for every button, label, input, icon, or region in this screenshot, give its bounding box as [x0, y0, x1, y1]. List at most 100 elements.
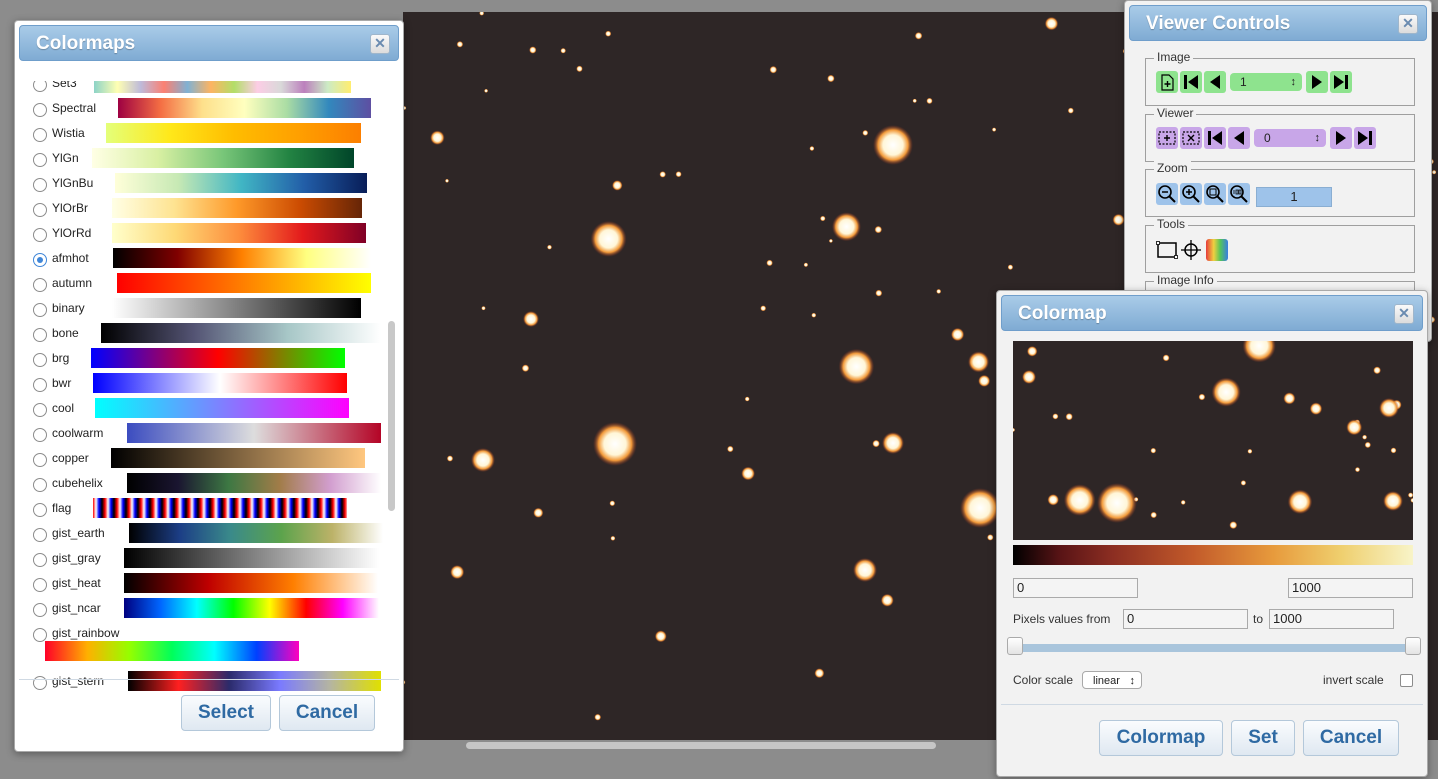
- radio-button[interactable]: [33, 378, 47, 392]
- colormap-option-gist_gray[interactable]: gist_gray: [31, 548, 383, 573]
- pixels-from-input[interactable]: 0: [1123, 609, 1248, 629]
- zoom-out-icon[interactable]: [1156, 183, 1178, 205]
- remove-viewer-icon[interactable]: [1180, 127, 1202, 149]
- star: [832, 212, 861, 242]
- colormap-option-set3[interactable]: Set3: [31, 81, 383, 98]
- radio-button[interactable]: [33, 353, 47, 367]
- cancel-button[interactable]: Cancel: [1303, 720, 1399, 756]
- colormap-option-gist_ncar[interactable]: gist_ncar: [31, 598, 383, 623]
- first-frame-icon[interactable]: [1180, 71, 1202, 93]
- radio-button[interactable]: [33, 528, 47, 542]
- colormap-tool-icon[interactable]: [1206, 239, 1228, 261]
- add-image-icon[interactable]: [1156, 71, 1178, 93]
- radio-button[interactable]: [33, 81, 47, 92]
- range-min-handle[interactable]: [1007, 637, 1023, 655]
- star: [1112, 213, 1125, 226]
- colormap-button[interactable]: Colormap: [1099, 720, 1223, 756]
- region-select-icon[interactable]: [1156, 239, 1178, 261]
- colormap-preview-bar: [106, 123, 361, 143]
- last-viewer-icon[interactable]: [1354, 127, 1376, 149]
- colormap-option-gist_earth[interactable]: gist_earth: [31, 523, 383, 548]
- range-max-handle[interactable]: [1405, 637, 1421, 655]
- invert-scale-checkbox[interactable]: [1400, 674, 1413, 687]
- radio-button[interactable]: [33, 128, 47, 142]
- colormap-option-flag[interactable]: flag: [31, 498, 383, 523]
- next-frame-icon[interactable]: [1306, 71, 1328, 93]
- colormap-option-gist_stern[interactable]: gist_stern: [31, 671, 383, 693]
- add-viewer-icon[interactable]: [1156, 127, 1178, 149]
- colormap-option-spectral[interactable]: Spectral: [31, 98, 383, 123]
- radio-button[interactable]: [33, 628, 47, 642]
- colorbar-min-input[interactable]: 0: [1013, 578, 1138, 598]
- zoom-100-icon[interactable]: [1228, 183, 1250, 205]
- colormap-option-ylorbr[interactable]: YlOrBr: [31, 198, 383, 223]
- colormap-option-gist_rainbow[interactable]: gist_rainbow: [31, 623, 383, 661]
- crosshair-icon[interactable]: [1180, 239, 1202, 261]
- horizontal-scrollbar[interactable]: [466, 742, 936, 749]
- colormap-preview-bar: [117, 273, 371, 293]
- colormap-option-binary[interactable]: binary: [31, 298, 383, 323]
- colormap-title-bar[interactable]: Colormap ✕: [1001, 295, 1423, 331]
- color-scale-select[interactable]: linear: [1082, 671, 1142, 690]
- previous-viewer-icon[interactable]: [1228, 127, 1250, 149]
- radio-button[interactable]: [33, 453, 47, 467]
- close-icon[interactable]: ✕: [370, 34, 390, 54]
- close-icon[interactable]: ✕: [1398, 14, 1418, 34]
- colormap-option-cubehelix[interactable]: cubehelix: [31, 473, 383, 498]
- pixels-to-input[interactable]: 1000: [1269, 609, 1394, 629]
- zoom-level-input[interactable]: 1: [1256, 187, 1332, 207]
- colormap-option-cool[interactable]: cool: [31, 398, 383, 423]
- colormap-option-ylgn[interactable]: YlGn: [31, 148, 383, 173]
- close-icon[interactable]: ✕: [1394, 304, 1414, 324]
- colormap-list[interactable]: Set3 Spectral Wistia YlGn YlGnBu YlOrBr YlOrRd…: [31, 81, 383, 693]
- frame-select[interactable]: 1: [1230, 73, 1302, 91]
- radio-button[interactable]: [33, 328, 47, 342]
- radio-button[interactable]: [33, 578, 47, 592]
- image-group-label: Image: [1154, 50, 1194, 64]
- previous-frame-icon[interactable]: [1204, 71, 1226, 93]
- next-viewer-icon[interactable]: [1330, 127, 1352, 149]
- radio-button[interactable]: [33, 228, 47, 242]
- radio-button[interactable]: [33, 478, 47, 492]
- radio-button[interactable]: [33, 428, 47, 442]
- colormaps-title-bar[interactable]: Colormaps ✕: [19, 25, 399, 61]
- radio-button[interactable]: [33, 503, 47, 517]
- colormap-option-bone[interactable]: bone: [31, 323, 383, 348]
- radio-button[interactable]: [33, 203, 47, 217]
- radio-button[interactable]: [33, 278, 47, 292]
- colormap-option-autumn[interactable]: autumn: [31, 273, 383, 298]
- viewer-controls-title-bar[interactable]: Viewer Controls ✕: [1129, 5, 1427, 41]
- colormap-list-scrollbar[interactable]: [388, 321, 395, 511]
- viewer-select[interactable]: 0: [1254, 129, 1326, 147]
- radio-button[interactable]: [33, 603, 47, 617]
- radio-button[interactable]: [33, 178, 47, 192]
- colormap-preview-bar: [113, 248, 371, 268]
- radio-button[interactable]: [33, 103, 47, 117]
- colormap-option-wistia[interactable]: Wistia: [31, 123, 383, 148]
- colormap-option-afmhot[interactable]: afmhot: [31, 248, 383, 273]
- zoom-in-icon[interactable]: [1180, 183, 1202, 205]
- set-button[interactable]: Set: [1231, 720, 1295, 756]
- radio-button[interactable]: [33, 553, 47, 567]
- colormap-name: cubehelix: [52, 476, 103, 490]
- select-button[interactable]: Select: [181, 695, 271, 731]
- colormap-name: Spectral: [52, 101, 97, 115]
- cancel-button[interactable]: Cancel: [279, 695, 375, 731]
- colormap-option-ylgnbu[interactable]: YlGnBu: [31, 173, 383, 198]
- radio-button[interactable]: [33, 153, 47, 167]
- radio-button[interactable]: [33, 403, 47, 417]
- colormap-option-coolwarm[interactable]: coolwarm: [31, 423, 383, 448]
- radio-button[interactable]: [33, 303, 47, 317]
- last-frame-icon[interactable]: [1330, 71, 1352, 93]
- first-viewer-icon[interactable]: [1204, 127, 1226, 149]
- colormap-option-brg[interactable]: brg: [31, 348, 383, 373]
- pixel-range-slider[interactable]: [1013, 644, 1413, 652]
- colormap-preview-bar: [118, 98, 371, 118]
- zoom-fit-icon[interactable]: [1204, 183, 1226, 205]
- colormap-option-copper[interactable]: copper: [31, 448, 383, 473]
- colorbar-max-input[interactable]: 1000: [1288, 578, 1413, 598]
- colormap-option-bwr[interactable]: bwr: [31, 373, 383, 398]
- radio-button[interactable]: [33, 253, 47, 267]
- colormap-option-ylorrd[interactable]: YlOrRd: [31, 223, 383, 248]
- colormap-option-gist_heat[interactable]: gist_heat: [31, 573, 383, 598]
